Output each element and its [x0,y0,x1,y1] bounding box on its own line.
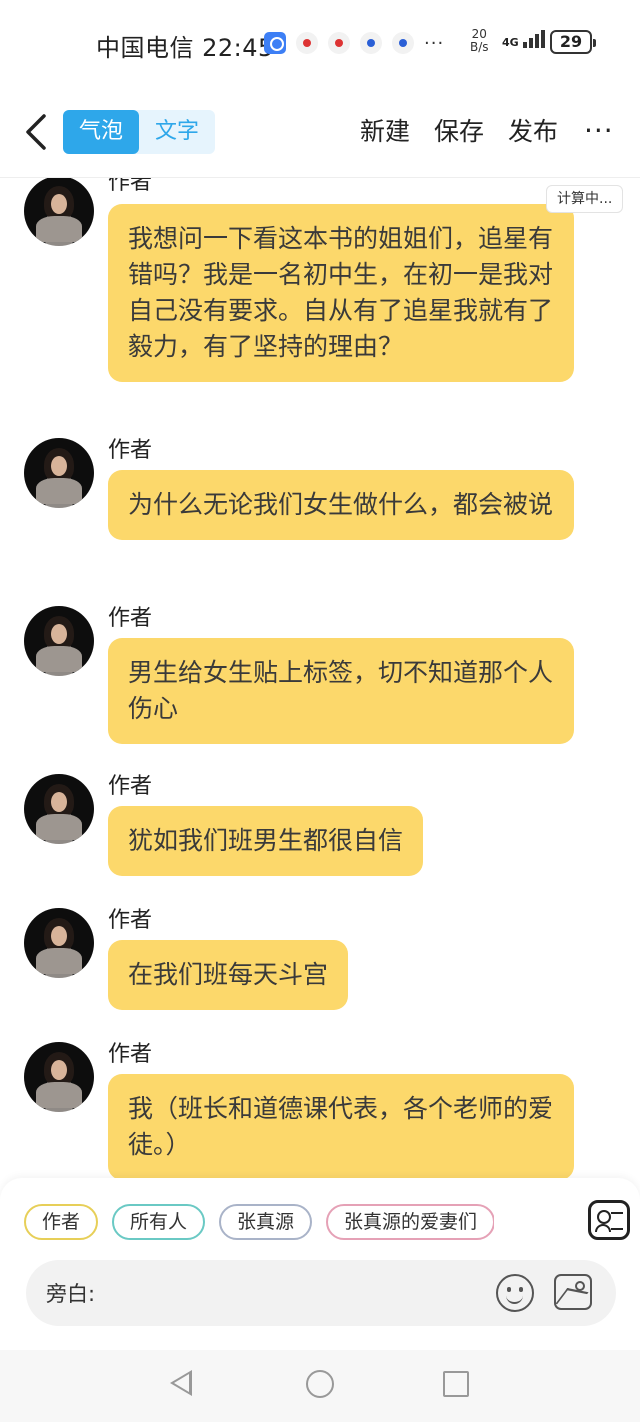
avatar-face [51,926,67,946]
battery-icon: 29 [550,30,596,54]
avatar-body [36,646,82,672]
publish-button[interactable]: 发布 [508,112,558,148]
role-chip-zhang-zhenyuan[interactable]: 张真源 [219,1204,313,1240]
image-icon[interactable] [554,1274,592,1310]
avatar[interactable] [24,774,94,844]
avatar-body [36,478,82,504]
chat-list[interactable]: 作者 我想问一下看这本书的姐姐们，追星有错吗？我是一名初中生，在初一是我对自己没… [0,178,640,1178]
avatar-face [51,456,67,476]
avatar-face [51,792,67,812]
nav-home-icon[interactable] [306,1370,334,1398]
message-bubble[interactable]: 我（班长和道德课代表，各个老师的爱徒。） [108,1074,574,1178]
signal-bar [534,34,539,48]
signal-bar [528,38,533,48]
sender-name: 作者 [108,1042,153,1067]
back-button[interactable] [18,110,58,154]
avatar[interactable] [24,438,94,508]
app-notification-icon [392,32,414,54]
avatar[interactable] [24,178,94,246]
emoji-icon[interactable] [496,1274,534,1312]
role-chip-author[interactable]: 作者 [24,1204,99,1240]
sender-name: 作者 [108,438,153,463]
system-navigation-bar [0,1350,640,1422]
alarm-icon [264,32,286,54]
role-chip-zhang-zhenyuan-wives[interactable]: 张真源的爱妻们 [326,1204,494,1240]
signal-icon: 4G [502,30,545,48]
avatar-body [36,814,82,840]
sender-name: 作者 [108,908,153,933]
avatar-body [36,216,82,242]
role-chip-list[interactable]: 作者 所有人 张真源 张真源的爱妻们 [24,1204,494,1240]
composer-panel: 作者 所有人 张真源 张真源的爱妻们 旁白: [0,1178,640,1350]
sender-name: 作者 [108,774,153,799]
app-notification-icon [296,32,318,54]
role-chip-everyone[interactable]: 所有人 [112,1204,206,1240]
app-notification-icon [360,32,382,54]
avatar-body [36,1082,82,1108]
sender-name: 作者 [108,606,153,631]
narration-label: 旁白: [46,1282,96,1306]
nav-back-icon[interactable] [170,1370,192,1396]
new-button[interactable]: 新建 [360,112,410,148]
avatar-face [51,1060,67,1080]
message-bubble[interactable]: 我想问一下看这本书的姐姐们，追星有错吗？我是一名初中生，在初一是我对自己没有要求… [108,204,574,382]
message-bubble[interactable]: 犹如我们班男生都很自信 [108,806,424,876]
tab-text[interactable]: 文字 [139,110,215,154]
tab-bubble[interactable]: 气泡 [63,110,139,154]
network-type: 4G [502,36,519,49]
sender-name: 作者 [108,178,153,195]
more-notifications-icon: ··· [424,32,445,54]
avatar-face [51,194,67,214]
avatar[interactable] [24,908,94,978]
role-manager-icon[interactable] [588,1200,630,1240]
network-speed-unit: B/s [470,40,489,54]
nav-recent-apps-icon[interactable] [443,1371,469,1397]
carrier-and-time: 中国电信 22:45 [96,28,274,63]
save-button[interactable]: 保存 [434,112,484,148]
chevron-left-icon [26,114,46,150]
top-toolbar: 气泡 文字 新建 保存 发布 ··· [0,100,640,170]
more-options-icon[interactable]: ··· [584,116,614,146]
message-bubble[interactable]: 在我们班每天斗宫 [108,940,349,1010]
carrier-name: 中国电信 [96,34,194,62]
avatar-body [36,948,82,974]
status-bar: 中国电信 22:45 ··· 20 B/s 4G 29 [0,0,640,88]
app-notification-icon [328,32,350,54]
message-bubble[interactable]: 男生给女生贴上标签，切不知道那个人伤心 [108,638,574,744]
network-speed: 20 B/s [470,28,489,54]
signal-bar [522,42,527,48]
calculating-badge: 计算中... [546,185,624,213]
avatar[interactable] [24,1042,94,1112]
message-bubble[interactable]: 为什么无论我们女生做什么，都会被说 [108,470,574,540]
header-actions: 新建 保存 发布 [360,112,558,148]
notification-icons: ··· [264,32,444,54]
role-manager-icon-base [595,1224,611,1232]
message-input[interactable]: 旁白: [26,1260,616,1326]
avatar-face [51,624,67,644]
signal-bar [540,30,545,48]
display-mode-toggle: 气泡 文字 [63,110,215,154]
avatar[interactable] [24,606,94,676]
